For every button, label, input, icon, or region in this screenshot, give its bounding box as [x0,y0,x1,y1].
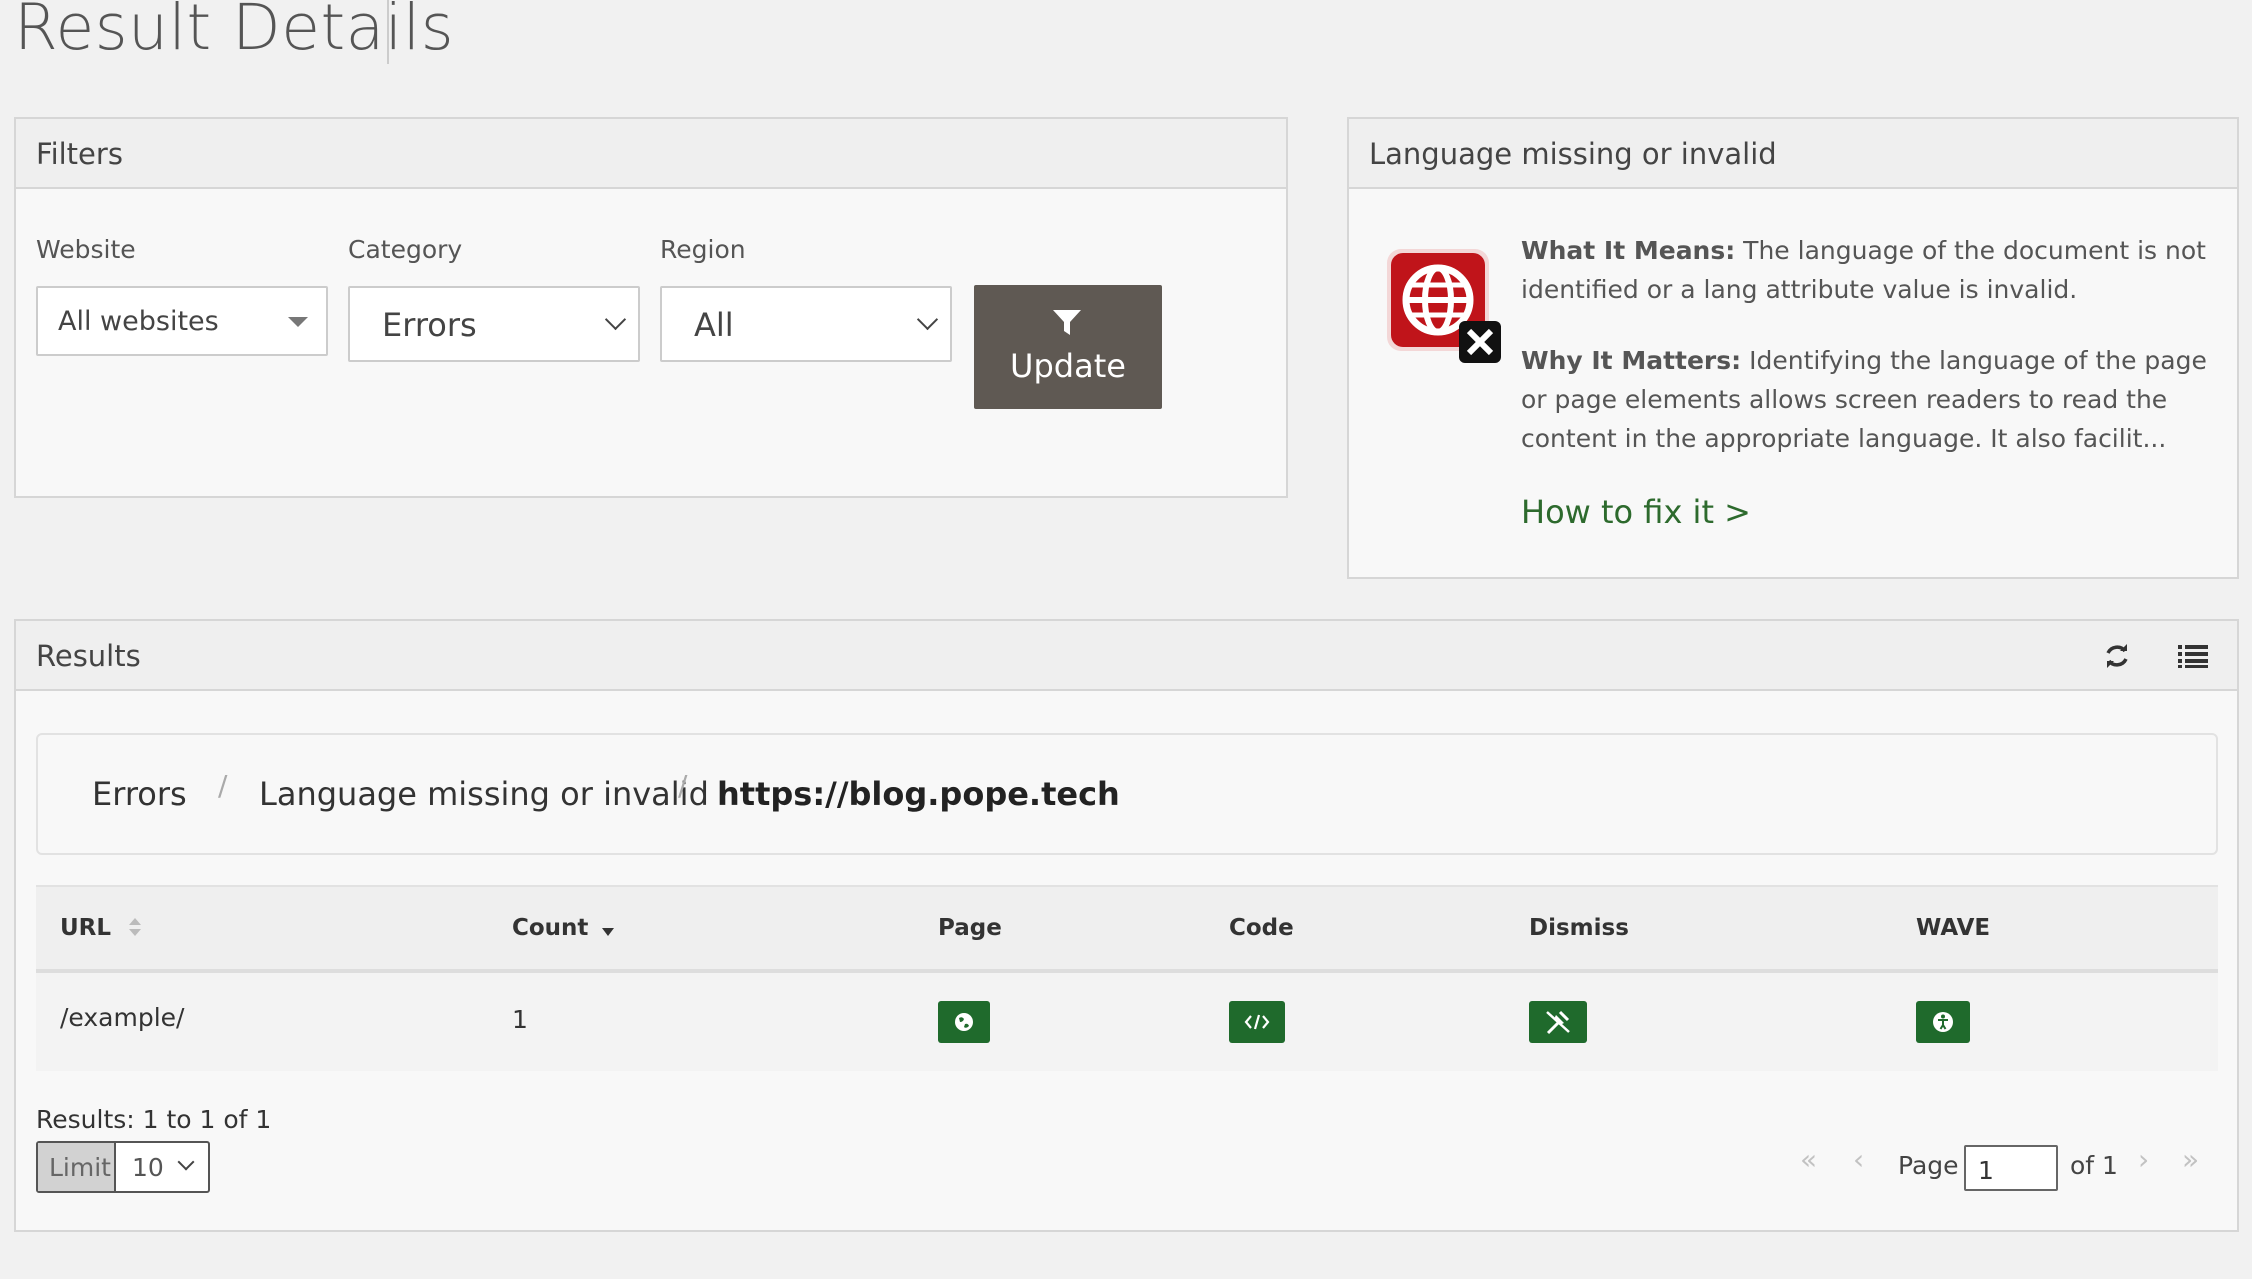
column-code: Code [1229,915,1294,941]
region-select-value: All [694,306,734,344]
breadcrumb-item-issue[interactable]: Language missing or invalid [259,775,709,813]
category-label: Category [348,235,463,264]
wave-button[interactable] [1916,1001,1970,1043]
filters-panel: Filters Website Category Region All webs… [14,117,1288,498]
view-page-button[interactable] [938,1001,990,1043]
issue-info-panel: Language missing or invalid What It Mean… [1347,117,2239,579]
dismiss-button[interactable] [1529,1001,1587,1043]
column-count[interactable]: Count [512,915,588,941]
filters-heading: Filters [36,137,123,171]
breadcrumb-item-category[interactable]: Errors [92,775,187,813]
category-select[interactable]: Errors [348,286,640,362]
column-dismiss: Dismiss [1529,915,1629,941]
title-divider [387,0,389,64]
page-input[interactable]: 1 [1964,1145,2058,1191]
limit-select[interactable]: 10 [116,1143,208,1191]
table-row: /example/ 1 [36,973,2218,1071]
update-button-label: Update [1010,347,1126,385]
limit-control: Limit 10 [36,1141,210,1193]
last-page-icon[interactable]: » [2182,1143,2199,1176]
chevron-down-icon [177,1153,195,1171]
code-icon [1244,1014,1270,1030]
why-it-matters: Why It Matters: Identifying the language… [1521,341,2221,458]
chevron-down-icon [916,308,939,331]
previous-page-icon[interactable]: ‹ [1853,1143,1864,1176]
issue-heading: Language missing or invalid [1369,137,1777,171]
row-count: 1 [512,1005,528,1034]
what-it-means: What It Means: The language of the docum… [1521,231,2221,309]
dismiss-icon [1546,1010,1570,1035]
column-page: Page [938,915,1002,941]
page-total: of 1 [2070,1151,2118,1180]
website-select[interactable]: All websites [36,286,328,356]
page-input-value: 1 [1978,1156,1994,1185]
row-url: /example/ [60,1003,185,1032]
results-heading: Results [36,639,141,673]
website-label: Website [36,235,136,264]
results-summary: Results: 1 to 1 of 1 [36,1105,272,1134]
globe-icon [955,1013,973,1031]
page-label: Page [1898,1151,1959,1180]
category-select-value: Errors [382,306,477,344]
limit-value: 10 [132,1153,164,1182]
region-select[interactable]: All [660,286,952,362]
accessibility-icon [1933,1012,1953,1032]
what-it-means-label: What It Means: [1521,236,1736,265]
breadcrumb-item-website: https://blog.pope.tech [717,775,1120,813]
filters-panel-header: Filters [16,119,1286,189]
limit-label-box: Limit [38,1143,116,1191]
region-label: Region [660,235,746,264]
column-wave: WAVE [1916,915,1991,941]
filter-icon [1053,310,1081,335]
table-header: URL Count Page Code Dismiss WAVE [36,885,2218,973]
update-button[interactable]: Update [974,285,1162,409]
first-page-icon[interactable]: « [1800,1143,1817,1176]
website-select-value: All websites [58,306,219,337]
column-url[interactable]: URL [60,915,111,941]
breadcrumb: Errors / Language missing or invalid / h… [36,733,2218,855]
next-page-icon[interactable]: › [2138,1143,2149,1176]
results-panel: Results Errors / Language missing or inv… [14,619,2239,1232]
view-code-button[interactable] [1229,1001,1285,1043]
sort-icon[interactable] [128,916,142,938]
why-it-matters-label: Why It Matters: [1521,346,1742,375]
results-panel-header: Results [16,621,2237,691]
language-error-icon [1385,247,1503,365]
caret-down-icon [288,317,308,327]
limit-label: Limit [49,1153,111,1182]
results-table: URL Count Page Code Dismiss WAVE /exampl… [36,885,2218,1075]
chevron-down-icon [604,308,627,331]
breadcrumb-separator: / [218,769,228,802]
how-to-fix-link[interactable]: How to fix it > [1521,493,1751,531]
breadcrumb-separator: / [678,769,688,802]
sort-desc-icon[interactable] [601,927,615,937]
issue-info-header: Language missing or invalid [1349,119,2237,189]
refresh-icon[interactable] [2103,642,2131,670]
list-view-icon[interactable] [2178,643,2208,669]
